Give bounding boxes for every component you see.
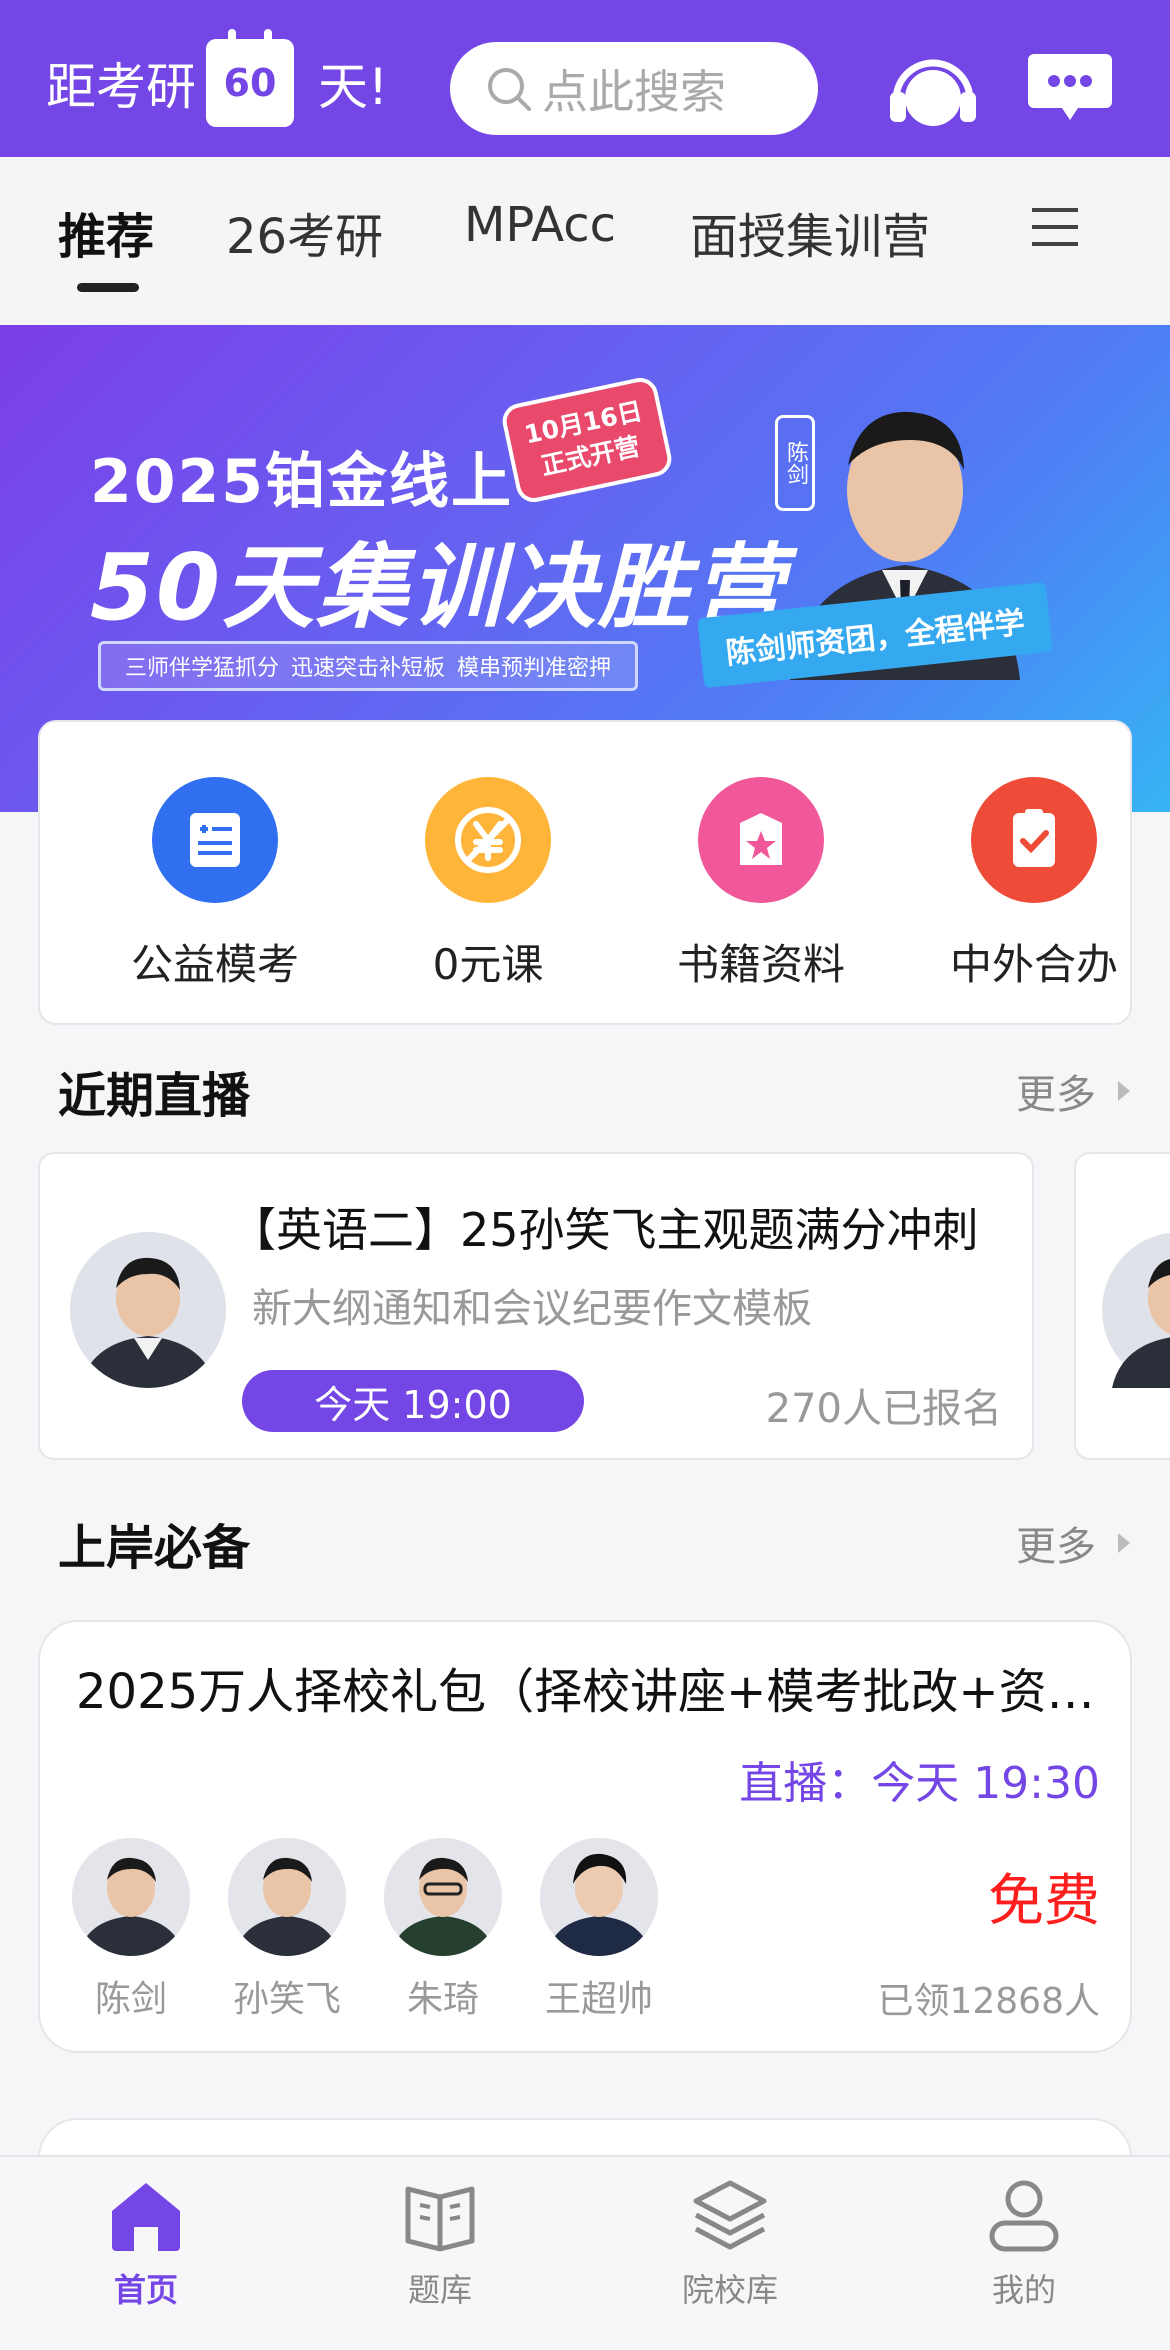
nav-label: 我的 xyxy=(991,2271,1056,2309)
category-tabs: 推荐 26考研 MPAcc 面授集训营 xyxy=(0,157,1170,325)
quick-item-mock-exam[interactable]: 公益模考 xyxy=(105,777,325,992)
teacher-name: 孙笑飞 xyxy=(232,1979,341,2020)
top-bar: 距考研 60 天! 点此搜索 xyxy=(0,0,1170,157)
chevron-right-icon xyxy=(1118,1081,1130,1101)
banner-title-line2: 50天集训决胜营 xyxy=(90,534,787,641)
nav-profile[interactable]: 我的 xyxy=(924,2175,1124,2311)
tab-training-camp[interactable]: 面授集训营 xyxy=(690,197,930,267)
nav-home[interactable]: 首页 xyxy=(46,2175,246,2311)
nav-label: 题库 xyxy=(407,2271,472,2309)
avatar xyxy=(228,1838,346,1956)
nav-label: 首页 xyxy=(113,2271,178,2309)
tab-recommend[interactable]: 推荐 xyxy=(58,197,154,267)
nav-question-bank[interactable]: 题库 xyxy=(340,2175,540,2311)
search-input[interactable]: 点此搜索 xyxy=(450,42,818,135)
live-subtitle: 新大纲通知和会议纪要作文模板 xyxy=(252,1286,812,1332)
live-card-next-peek[interactable] xyxy=(1074,1152,1170,1460)
banner-vertical-name: 陈剑 xyxy=(775,415,815,511)
quick-item-label: 中外合办 xyxy=(949,940,1118,989)
banner-title-line1: 2025铂金线上 xyxy=(90,447,513,517)
package-claimed-count: 已领12868人 xyxy=(877,1981,1100,2022)
countdown-days: 60 xyxy=(206,29,294,127)
teacher-name: 朱琦 xyxy=(406,1979,479,2020)
more-label: 更多 xyxy=(1016,1524,1096,1570)
teacher-item: 陈剑 xyxy=(72,1838,190,2022)
quick-item-label: 0元课 xyxy=(432,940,544,989)
banner-badge-text: 10月16日 正式开营 xyxy=(521,396,645,481)
tab-26-kaoyan[interactable]: 26考研 xyxy=(226,197,383,267)
quick-item-free-course[interactable]: 0元课 xyxy=(378,777,598,992)
search-placeholder: 点此搜索 xyxy=(542,64,726,119)
exam-countdown: 距考研 60 天! xyxy=(46,29,389,128)
banner-strip-item: 迅速突击补短板 xyxy=(290,656,445,681)
package-price: 免费 xyxy=(988,1869,1100,1934)
home-icon xyxy=(112,2183,180,2251)
quick-menu: 公益模考 0元课 书籍资料 中外合办 xyxy=(38,720,1132,1025)
banner-date-badge: 10月16日 正式开营 xyxy=(499,374,675,506)
quick-item-label: 书籍资料 xyxy=(676,940,845,989)
teacher-name: 陈剑 xyxy=(94,1979,167,2020)
package-card[interactable]: 2025万人择校礼包（择校讲座+模考批改+资料） 直播：今天 19:30 陈剑 … xyxy=(38,1620,1132,2053)
live-title: 【英语二】25孙笑飞主观题满分冲刺 xyxy=(230,1203,979,1257)
headset-icon[interactable] xyxy=(884,48,982,128)
avatar xyxy=(1102,1232,1170,1388)
avatar xyxy=(540,1838,658,1956)
active-tab-indicator xyxy=(77,283,139,292)
layers-icon xyxy=(693,2180,767,2250)
countdown-prefix: 距考研 xyxy=(46,58,196,116)
live-enrolled-count: 270人已报名 xyxy=(765,1386,1002,1432)
teacher-item: 孙笑飞 xyxy=(228,1838,346,2022)
teacher-item: 朱琦 xyxy=(384,1838,502,2022)
live-more-link[interactable]: 更多 xyxy=(1016,1062,1134,1120)
quick-item-books[interactable]: 书籍资料 xyxy=(651,777,871,992)
package-title: 2025万人择校礼包（择校讲座+模考批改+资料） xyxy=(76,1664,1096,1720)
teacher-item: 王超帅 xyxy=(540,1838,658,2022)
teacher-name: 王超帅 xyxy=(544,1979,653,2020)
live-time-badge: 今天 19:00 xyxy=(242,1370,584,1432)
avatar xyxy=(384,1838,502,1956)
user-icon xyxy=(989,2180,1059,2252)
nav-school-library[interactable]: 院校库 xyxy=(630,2175,830,2311)
quick-item-joint-program[interactable]: 中外合办 xyxy=(924,777,1144,992)
book-star-icon xyxy=(698,777,824,903)
exam-icon xyxy=(152,777,278,903)
banner-strip-item: 模串预判准密押 xyxy=(457,656,612,681)
countdown-suffix: 天! xyxy=(318,58,389,116)
quick-item-label: 公益模考 xyxy=(130,940,299,989)
live-section-title: 近期直播 xyxy=(58,1068,251,1124)
more-label: 更多 xyxy=(1016,1072,1096,1118)
must-section-title: 上岸必备 xyxy=(58,1520,251,1576)
banner-strip-item: 三师伴学猛抓分 xyxy=(124,656,279,681)
search-icon xyxy=(488,67,531,111)
avatar xyxy=(72,1838,190,1956)
book-open-icon xyxy=(405,2186,475,2252)
banner-feature-strip: 三师伴学猛抓分 迅速突击补短板 模串预判准密押 xyxy=(98,641,638,691)
avatar xyxy=(70,1232,226,1388)
must-more-link[interactable]: 更多 xyxy=(1016,1514,1134,1572)
yuan-free-icon xyxy=(425,777,551,903)
message-icon[interactable] xyxy=(1026,50,1114,126)
live-card[interactable]: 【英语二】25孙笑飞主观题满分冲刺 新大纲通知和会议纪要作文模板 今天 19:0… xyxy=(38,1152,1034,1460)
chevron-right-icon xyxy=(1118,1533,1130,1553)
tab-mpacc[interactable]: MPAcc xyxy=(464,197,616,253)
package-live-time: 直播：今天 19:30 xyxy=(739,1758,1100,1809)
check-doc-icon xyxy=(971,777,1097,903)
bottom-nav: 首页 题库 院校库 我的 xyxy=(0,2155,1170,2350)
menu-icon[interactable] xyxy=(1030,202,1080,252)
nav-label: 院校库 xyxy=(681,2271,778,2309)
